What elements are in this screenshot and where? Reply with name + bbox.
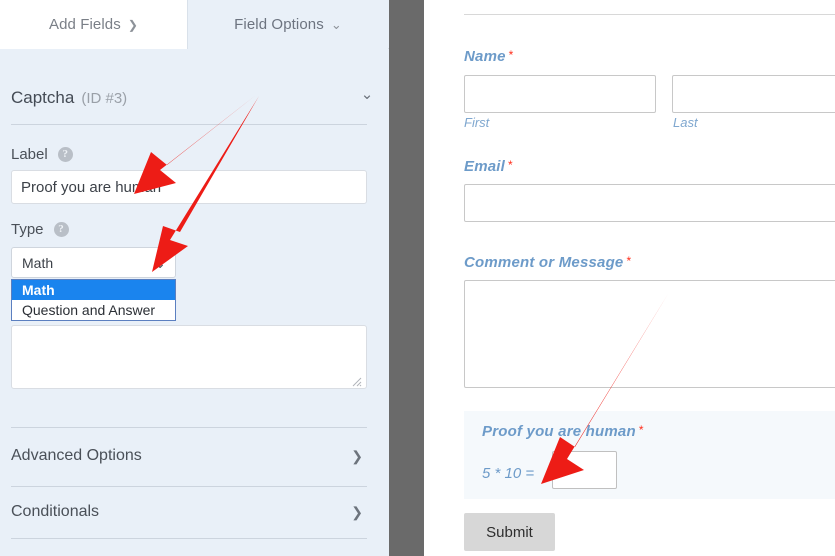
tab-add-fields[interactable]: Add Fields ❯ [0, 0, 188, 49]
help-circle-icon[interactable]: ? [57, 147, 73, 162]
chevron-down-icon: ⌄ [330, 17, 342, 32]
divider-under-field-title [11, 124, 367, 125]
preview-top-divider [464, 14, 835, 15]
tab-add-fields-label: Add Fields [48, 16, 121, 33]
type-option-question-and-answer[interactable]: Question and Answer [12, 300, 175, 320]
chevron-right-icon: ❯ [351, 503, 363, 520]
divider-above-advanced-options [11, 427, 367, 428]
submit-button[interactable]: Submit [464, 513, 555, 551]
tab-field-options-label: Field Options [234, 16, 324, 33]
field-id-text: (ID #3) [81, 89, 128, 107]
preview-email-input[interactable] [464, 184, 835, 222]
type-select[interactable]: Math ⌄ [11, 247, 176, 278]
preview-captcha-answer-input[interactable] [552, 451, 617, 489]
preview-email-label: Email * [464, 158, 513, 175]
label-field-label: Label [11, 146, 48, 163]
chevron-right-icon: ❯ [351, 447, 363, 464]
required-asterisk: * [508, 158, 513, 172]
required-asterisk: * [638, 423, 644, 437]
preview-captcha-label-text: Proof you are human [482, 423, 636, 440]
preview-comment-label: Comment or Message * [464, 254, 631, 271]
preview-captcha-equation: 5 * 10 = [482, 465, 535, 482]
required-asterisk: * [626, 254, 632, 268]
preview-name-label-text: Name [464, 48, 506, 65]
description-textarea[interactable] [11, 325, 367, 389]
page-title: Captcha [11, 88, 75, 107]
preview-name-last-sublabel: Last [673, 115, 698, 130]
type-field-label: Type [11, 221, 44, 238]
preview-name-first-sublabel: First [464, 115, 490, 130]
accordion-conditionals-label: Conditionals [11, 503, 100, 520]
field-options-sidebar: Add Fields ❯ Field Options ⌄ Captcha (ID… [0, 0, 389, 556]
label-field-label-row: Label ? [11, 146, 73, 163]
preview-name-label: Name * [464, 48, 514, 65]
field-header: Captcha (ID #3) ⌄ [0, 49, 389, 124]
chevron-down-icon[interactable]: ⌄ [356, 83, 378, 105]
accordion-advanced-options-label: Advanced Options [11, 447, 142, 464]
required-asterisk: * [508, 48, 514, 62]
label-input[interactable] [11, 170, 367, 204]
type-field-label-row: Type ? [11, 221, 69, 238]
tab-field-options[interactable]: Field Options ⌄ [188, 0, 388, 49]
form-preview-pane: Name * First Last Email * Comment or Messa… [424, 0, 835, 556]
help-circle-icon[interactable]: ? [53, 222, 69, 237]
chevron-down-icon: ⌄ [154, 255, 166, 271]
preview-name-last-input[interactable] [672, 75, 835, 113]
type-select-value: Math [22, 254, 54, 271]
type-select-options-list[interactable]: Math Question and Answer [11, 279, 176, 321]
preview-captcha-block: Proof you are human * 5 * 10 = [464, 411, 835, 499]
panel-divider [389, 0, 424, 556]
accordion-advanced-options[interactable]: Advanced Options ❯ [11, 434, 367, 478]
field-title-row: Captcha (ID #3) [11, 88, 367, 108]
sidebar-tabbar: Add Fields ❯ Field Options ⌄ [0, 0, 389, 49]
type-option-math[interactable]: Math [12, 280, 175, 300]
preview-captcha-label: Proof you are human * [482, 423, 644, 440]
divider-below-conditionals [11, 538, 367, 539]
preview-comment-label-text: Comment or Message [464, 254, 624, 271]
chevron-right-icon: ❯ [127, 17, 139, 32]
preview-comment-textarea[interactable] [464, 280, 835, 388]
divider-above-conditionals [11, 486, 367, 487]
form-builder-screen: Add Fields ❯ Field Options ⌄ Captcha (ID… [0, 0, 835, 556]
accordion-conditionals[interactable]: Conditionals ❯ [11, 490, 367, 534]
preview-name-first-input[interactable] [464, 75, 656, 113]
preview-email-label-text: Email [464, 158, 506, 175]
